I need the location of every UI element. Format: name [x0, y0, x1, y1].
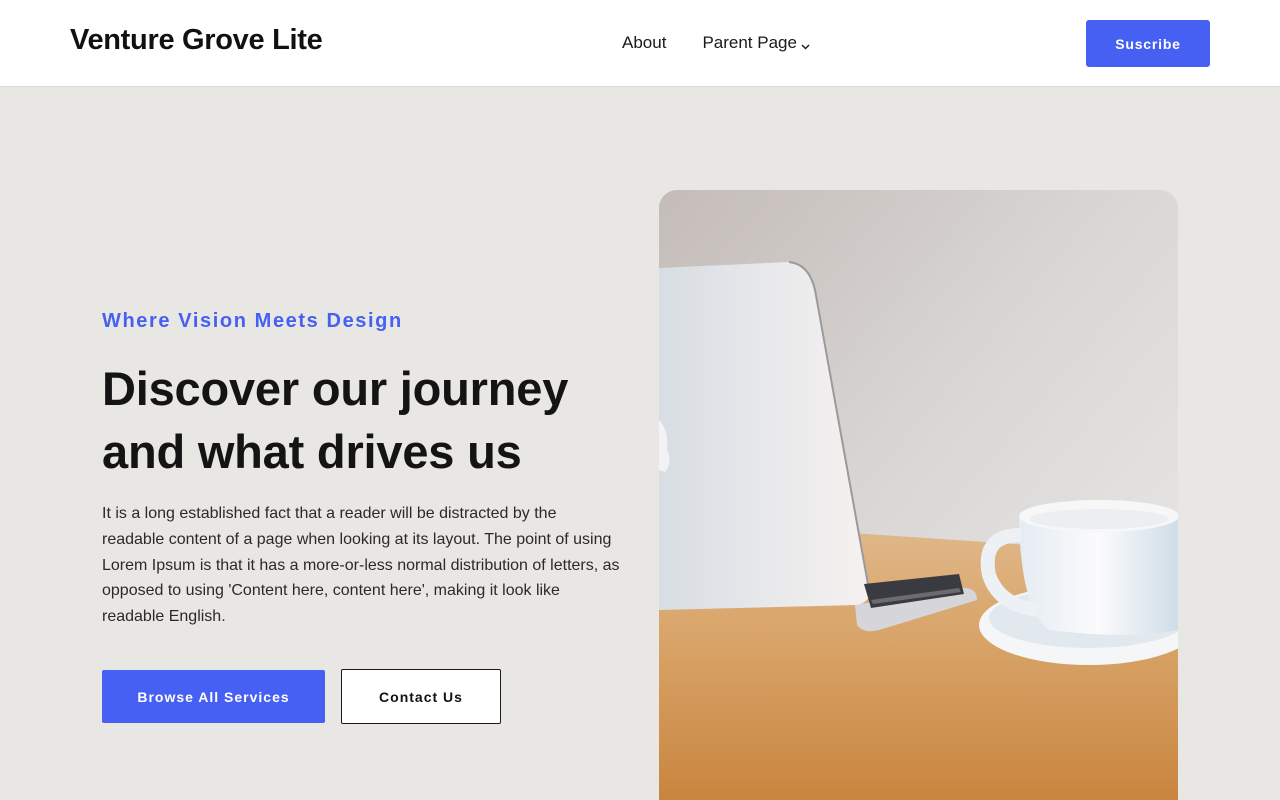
chevron-down-icon [801, 35, 810, 55]
nav-item-parent-page[interactable]: Parent Page [702, 31, 810, 55]
site-header: Venture Grove Lite About Parent Page Sus… [0, 0, 1280, 87]
subscribe-button[interactable]: Suscribe [1086, 20, 1210, 67]
hero-headline: Discover our journey and what drives us [102, 362, 569, 478]
browse-services-button[interactable]: Browse All Services [102, 670, 325, 723]
hero-description: It is a long established fact that a rea… [102, 505, 620, 626]
hero-eyebrow: Where Vision Meets Design [102, 310, 403, 332]
nav-item-about[interactable]: About [622, 33, 666, 53]
hero-image [659, 190, 1178, 800]
site-title[interactable]: Venture Grove Lite [70, 24, 323, 57]
nav-item-label: Parent Page [702, 33, 797, 52]
nav-item-label: About [622, 33, 667, 52]
contact-us-button[interactable]: Contact Us [341, 669, 501, 724]
main-nav: About Parent Page [622, 31, 810, 55]
